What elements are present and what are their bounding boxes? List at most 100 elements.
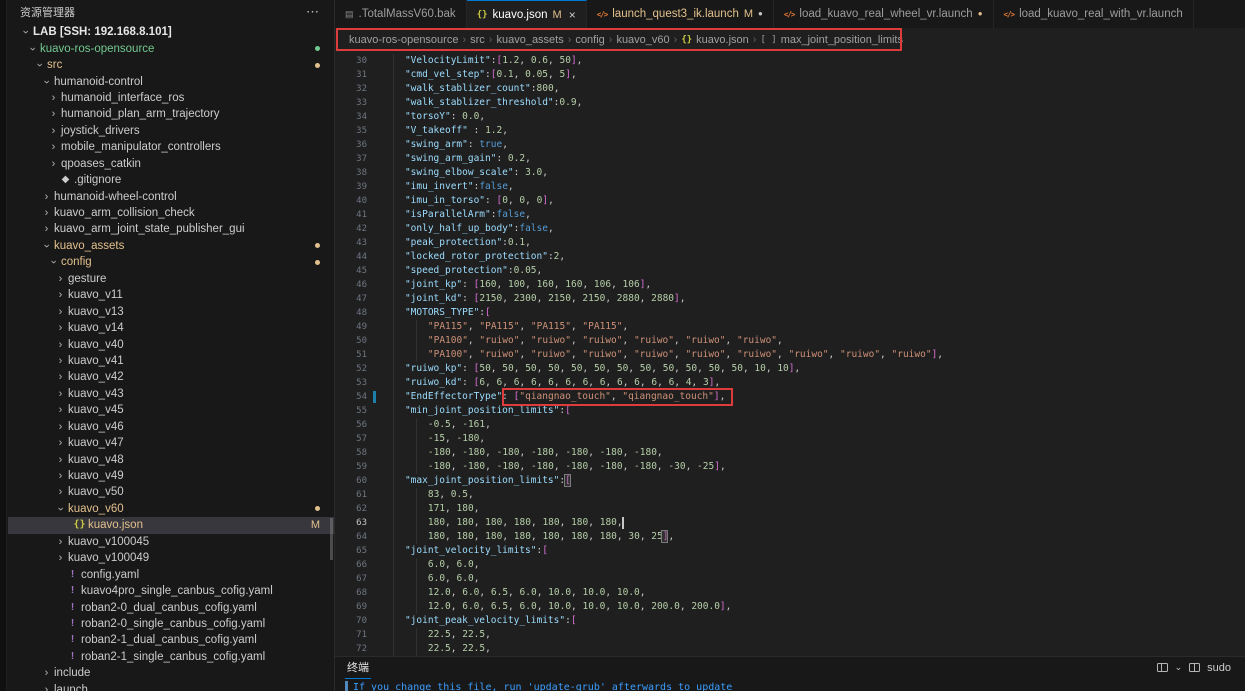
terminal-instance-icon[interactable] bbox=[1189, 663, 1200, 672]
chevron-closed-icon[interactable]: › bbox=[55, 455, 66, 465]
tree-item-kuavo_v42[interactable]: ›kuavo_v42 bbox=[8, 369, 334, 385]
breadcrumb-item[interactable]: max_joint_position_limits bbox=[781, 34, 903, 46]
code-line-68[interactable]: 68 12.0, 6.0, 6.5, 6.0, 10.0, 10.0, 10.0… bbox=[335, 586, 1245, 600]
chevron-open-icon[interactable]: › bbox=[49, 257, 59, 268]
tree-item-src[interactable]: ›src bbox=[8, 57, 334, 73]
code-line-36[interactable]: 36 "swing_arm": true, bbox=[335, 138, 1245, 152]
chevron-closed-icon[interactable]: › bbox=[55, 487, 66, 497]
chevron-closed-icon[interactable]: › bbox=[55, 537, 66, 547]
tree-item-kuavo_arm_collision_check[interactable]: ›kuavo_arm_collision_check bbox=[8, 205, 334, 221]
breadcrumb-item[interactable]: kuavo.json bbox=[696, 34, 749, 46]
chevron-closed-icon[interactable]: › bbox=[55, 438, 66, 448]
tree-item-kuavo_arm_joint_state_publisher_gui[interactable]: ›kuavo_arm_joint_state_publisher_gui bbox=[8, 221, 334, 237]
tree-item-launch[interactable]: ›launch bbox=[8, 682, 334, 691]
tree-item-kuavo_v11[interactable]: ›kuavo_v11 bbox=[8, 287, 334, 303]
code-line-62[interactable]: 62 171, 180, bbox=[335, 502, 1245, 516]
tab-launch_quest3_ik.launch[interactable]: </>launch_quest3_ik.launchM● bbox=[587, 0, 774, 28]
tree-item-roban2-0_dual_canbus_cofig.yaml[interactable]: !roban2-0_dual_canbus_cofig.yaml bbox=[8, 599, 334, 615]
code-line-52[interactable]: 52 "ruiwo_kp": [50, 50, 50, 50, 50, 50, … bbox=[335, 362, 1245, 376]
breadcrumb-item[interactable]: kuavo_v60 bbox=[616, 34, 669, 46]
code-line-48[interactable]: 48 "MOTORS_TYPE":[ bbox=[335, 306, 1245, 320]
chevron-closed-icon[interactable]: › bbox=[55, 323, 66, 333]
sidebar-scrollbar[interactable] bbox=[330, 518, 333, 560]
chevron-closed-icon[interactable]: › bbox=[55, 290, 66, 300]
code-line-60[interactable]: 60 "max_joint_position_limits":[ bbox=[335, 474, 1245, 488]
chevron-closed-icon[interactable]: › bbox=[48, 126, 59, 136]
chevron-closed-icon[interactable]: › bbox=[48, 142, 59, 152]
code-line-67[interactable]: 67 6.0, 6.0, bbox=[335, 572, 1245, 586]
chevron-closed-icon[interactable]: › bbox=[48, 159, 59, 169]
chevron-closed-icon[interactable]: › bbox=[55, 422, 66, 432]
chevron-closed-icon[interactable]: › bbox=[41, 685, 52, 691]
chevron-closed-icon[interactable]: › bbox=[55, 405, 66, 415]
code-line-35[interactable]: 35 "V_takeoff" : 1.2, bbox=[335, 124, 1245, 138]
chevron-open-icon[interactable]: › bbox=[42, 240, 52, 251]
breadcrumb-item[interactable]: config bbox=[575, 34, 604, 46]
close-icon[interactable]: × bbox=[569, 8, 576, 22]
code-line-43[interactable]: 43 "peak_protection":0.1, bbox=[335, 236, 1245, 250]
code-line-64[interactable]: 64 180, 180, 180, 180, 180, 180, 180, 30… bbox=[335, 530, 1245, 544]
more-actions-icon[interactable]: ⋯ bbox=[306, 4, 320, 20]
tree-item-roban2-1_single_canbus_cofig.yaml[interactable]: !roban2-1_single_canbus_cofig.yaml bbox=[8, 649, 334, 665]
tree-item-kuavo_v50[interactable]: ›kuavo_v50 bbox=[8, 484, 334, 500]
tree-item-include[interactable]: ›include bbox=[8, 665, 334, 681]
code-line-66[interactable]: 66 6.0, 6.0, bbox=[335, 558, 1245, 572]
code-line-69[interactable]: 69 12.0, 6.0, 6.5, 6.0, 10.0, 10.0, 10.0… bbox=[335, 600, 1245, 614]
code-line-61[interactable]: 61 83, 0.5, bbox=[335, 488, 1245, 502]
chevron-closed-icon[interactable]: › bbox=[55, 274, 66, 284]
tree-item-kuavo4pro_single_canbus_cofig.yaml[interactable]: !kuavo4pro_single_canbus_cofig.yaml bbox=[8, 583, 334, 599]
code-line-72[interactable]: 72 22.5, 22.5, bbox=[335, 642, 1245, 656]
tree-item-kuavo-ros-opensource[interactable]: ›kuavo-ros-opensource bbox=[8, 40, 334, 56]
tab-.totalmassv60.bak[interactable]: ▤.TotalMassV60.bak bbox=[335, 0, 467, 28]
code-line-40[interactable]: 40 "imu_in_torso": [0, 0, 0], bbox=[335, 194, 1245, 208]
code-line-51[interactable]: 51 "PA100", "ruiwo", "ruiwo", "ruiwo", "… bbox=[335, 348, 1245, 362]
code-line-33[interactable]: 33 "walk_stablizer_threshold":0.9, bbox=[335, 96, 1245, 110]
code-line-45[interactable]: 45 "speed_protection":0.05, bbox=[335, 264, 1245, 278]
tree-item-humanoid-control[interactable]: ›humanoid-control bbox=[8, 73, 334, 89]
chevron-closed-icon[interactable]: › bbox=[41, 224, 52, 234]
terminal-profile-name[interactable]: sudo bbox=[1207, 662, 1231, 674]
tree-item-kuavo_v40[interactable]: ›kuavo_v40 bbox=[8, 336, 334, 352]
breadcrumb-item[interactable]: kuavo_assets bbox=[496, 34, 563, 46]
tree-item-kuavo_assets[interactable]: ›kuavo_assets bbox=[8, 238, 334, 254]
code-line-38[interactable]: 38 "swing_elbow_scale": 3.0, bbox=[335, 166, 1245, 180]
chevron-closed-icon[interactable]: › bbox=[55, 340, 66, 350]
chevron-closed-icon[interactable]: › bbox=[41, 192, 52, 202]
chevron-closed-icon[interactable]: › bbox=[48, 109, 59, 119]
tree-item-kuavo_v100045[interactable]: ›kuavo_v100045 bbox=[8, 534, 334, 550]
tree-item-kuavo_v14[interactable]: ›kuavo_v14 bbox=[8, 320, 334, 336]
chevron-open-icon[interactable]: › bbox=[21, 27, 31, 38]
chevron-closed-icon[interactable]: › bbox=[55, 389, 66, 399]
code-line-39[interactable]: 39 "imu_invert":false, bbox=[335, 180, 1245, 194]
code-line-54[interactable]: 54 "EndEffectorType": ["qiangnao_touch",… bbox=[335, 390, 1245, 404]
tab-load_kuavo_real_wheel_vr.launch[interactable]: </>load_kuavo_real_wheel_vr.launch● bbox=[774, 0, 994, 28]
chevron-open-icon[interactable]: › bbox=[56, 503, 66, 514]
tree-item-humanoid_plan_arm_trajectory[interactable]: ›humanoid_plan_arm_trajectory bbox=[8, 106, 334, 122]
tree-item-gesture[interactable]: ›gesture bbox=[8, 271, 334, 287]
tree-item-lab-ssh-192.168.8.101-[interactable]: ›LAB [SSH: 192.168.8.101] bbox=[8, 24, 334, 40]
tree-item-roban2-1_dual_canbus_cofig.yaml[interactable]: !roban2-1_dual_canbus_cofig.yaml bbox=[8, 632, 334, 648]
tree-item-kuavo_v46[interactable]: ›kuavo_v46 bbox=[8, 419, 334, 435]
chevron-closed-icon[interactable]: › bbox=[41, 208, 52, 218]
code-line-44[interactable]: 44 "locked_rotor_protection":2, bbox=[335, 250, 1245, 264]
code-line-41[interactable]: 41 "isParallelArm":false, bbox=[335, 208, 1245, 222]
code-line-59[interactable]: 59 -180, -180, -180, -180, -180, -180, -… bbox=[335, 460, 1245, 474]
tab-load_kuavo_real_with_vr.launch[interactable]: </>load_kuavo_real_with_vr.launch bbox=[994, 0, 1194, 28]
chevron-open-icon[interactable]: › bbox=[35, 60, 45, 71]
code-line-32[interactable]: 32 "walk_stablizer_count":800, bbox=[335, 82, 1245, 96]
code-line-63[interactable]: 63 180, 180, 180, 180, 180, 180, 180, bbox=[335, 516, 1245, 530]
tree-item-kuavo_v49[interactable]: ›kuavo_v49 bbox=[8, 468, 334, 484]
chevron-closed-icon[interactable]: › bbox=[41, 668, 52, 678]
breadcrumb-item[interactable]: src bbox=[470, 34, 485, 46]
dirty-dot-icon[interactable]: ● bbox=[978, 10, 983, 18]
tree-item-kuavo.json[interactable]: {}kuavo.jsonM bbox=[8, 517, 334, 533]
chevron-open-icon[interactable]: › bbox=[28, 43, 38, 54]
code-line-49[interactable]: 49 "PA115", "PA115", "PA115", "PA115", bbox=[335, 320, 1245, 334]
tree-item-config[interactable]: ›config bbox=[8, 254, 334, 270]
tab-kuavo.json[interactable]: {}kuavo.jsonM× bbox=[467, 0, 587, 28]
code-line-65[interactable]: 65 "joint_velocity_limits":[ bbox=[335, 544, 1245, 558]
code-line-50[interactable]: 50 "PA100", "ruiwo", "ruiwo", "ruiwo", "… bbox=[335, 334, 1245, 348]
code-line-71[interactable]: 71 22.5, 22.5, bbox=[335, 628, 1245, 642]
code-line-37[interactable]: 37 "swing_arm_gain": 0.2, bbox=[335, 152, 1245, 166]
chevron-closed-icon[interactable]: › bbox=[55, 372, 66, 382]
